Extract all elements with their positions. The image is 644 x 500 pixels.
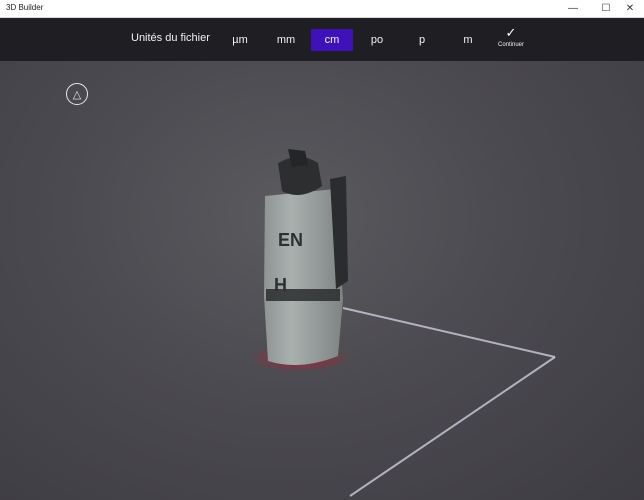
unit-um[interactable]: µm <box>219 29 261 51</box>
continue-label: Continuer <box>497 42 524 48</box>
3d-object: EN H <box>264 149 348 365</box>
unit-m[interactable]: m <box>447 29 489 51</box>
minimize-icon: — <box>568 3 578 14</box>
unit-cm[interactable]: cm <box>311 29 353 51</box>
unit-p[interactable]: p <box>401 29 443 51</box>
view-cube-icon[interactable]: △ <box>66 83 88 105</box>
checkmark-icon: ✓ <box>505 25 517 40</box>
object-text-en: EN <box>278 230 303 250</box>
title-bar: 3D Builder — ☐ ✕ <box>0 0 644 18</box>
close-icon: ✕ <box>625 3 635 14</box>
unit-po[interactable]: po <box>356 29 398 51</box>
scene-graphics: EN H <box>250 149 556 497</box>
continue-button[interactable]: ✓ Continuer <box>494 26 528 56</box>
unit-mm[interactable]: mm <box>265 29 307 51</box>
units-label: Unités du fichier <box>131 32 210 44</box>
object-text-h: H <box>274 275 287 295</box>
units-toolbar: Unités du fichier µm mm cm po p m ✓ Cont… <box>0 18 644 61</box>
app-title: 3D Builder <box>6 3 44 12</box>
close-button[interactable]: ✕ <box>616 0 644 17</box>
build-plate-outline <box>342 307 556 497</box>
minimize-button[interactable]: — <box>559 0 587 17</box>
maximize-icon: ☐ <box>601 3 611 14</box>
